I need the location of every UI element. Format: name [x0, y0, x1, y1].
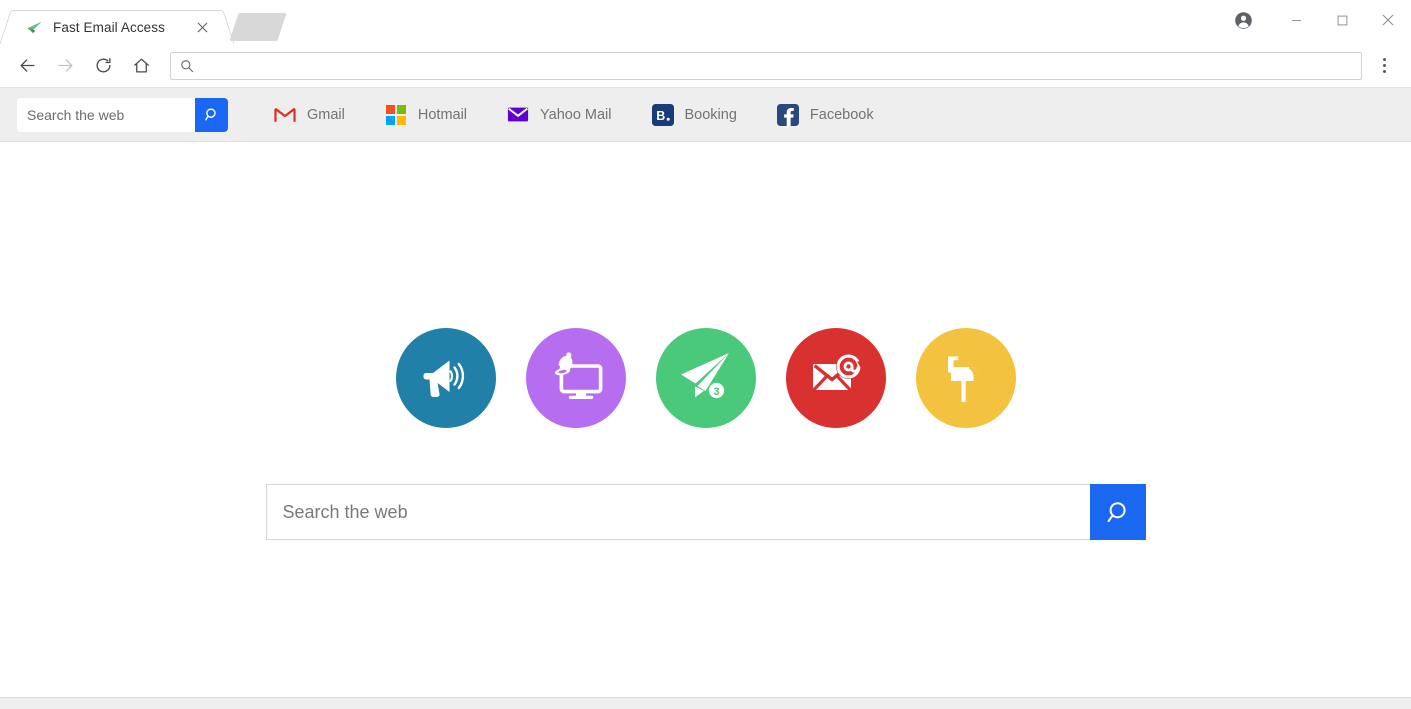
arrow-left-icon[interactable]: [12, 51, 42, 81]
tab-title: Fast Email Access: [53, 19, 165, 35]
bookmark-gmail[interactable]: Gmail: [262, 98, 357, 132]
menu-dot: [1382, 70, 1386, 73]
page-search: [265, 484, 1146, 540]
status-bar: [0, 697, 1411, 709]
extension-bookmark-bar: Gmail Hotmail: [0, 88, 1411, 142]
window-controls: [1223, 0, 1411, 40]
paper-plane-favicon: [25, 18, 43, 36]
page-content: 3: [0, 142, 1411, 709]
close-icon[interactable]: [192, 17, 212, 37]
envelope-at-icon: [806, 346, 866, 411]
bookmark-booking[interactable]: B Booking: [640, 98, 749, 132]
svg-text:B: B: [656, 109, 665, 123]
page-search-input[interactable]: [265, 484, 1090, 540]
bookmark-label: Booking: [684, 106, 737, 123]
bookmark-label: Hotmail: [417, 106, 468, 123]
browser-toolbar: [0, 44, 1411, 88]
page-search-button[interactable]: [1089, 484, 1146, 540]
shortcut-circle-row: 3: [395, 328, 1016, 428]
bookmark-list: Gmail Hotmail Yahoo Mail B Booking Faceb…: [262, 98, 902, 132]
toolbar-search-input[interactable]: [17, 97, 195, 132]
bookmark-facebook[interactable]: Facebook: [765, 98, 886, 132]
tab-fast-email-access[interactable]: Fast Email Access: [14, 10, 220, 44]
tab-top-border: [14, 10, 220, 11]
shortcut-monitor-notification[interactable]: [525, 328, 626, 428]
shortcut-megaphone[interactable]: [395, 328, 496, 428]
shortcut-send-mail[interactable]: 3: [655, 328, 756, 428]
three-dots-vertical-icon[interactable]: [1370, 51, 1398, 81]
toolbar-search: [17, 97, 228, 132]
bookmark-hotmail[interactable]: Hotmail: [373, 98, 479, 132]
close-button[interactable]: [1365, 0, 1411, 40]
reload-icon[interactable]: [88, 51, 118, 81]
home-icon[interactable]: [126, 51, 156, 81]
monitor-bell-icon: [546, 346, 606, 411]
bookmark-label: Yahoo Mail: [540, 106, 612, 123]
paper-plane-icon: 3: [675, 345, 737, 412]
bookmark-yahoo-mail[interactable]: Yahoo Mail: [495, 98, 623, 132]
yahoo-mail-envelope-icon: [507, 104, 529, 126]
microsoft-icon: [385, 104, 407, 126]
shortcut-email-at[interactable]: [785, 328, 886, 428]
address-bar[interactable]: [170, 51, 1362, 80]
toolbar-search-button[interactable]: [195, 97, 228, 132]
tab-strip: Fast Email Access: [0, 0, 1411, 44]
address-bar-input[interactable]: [202, 52, 1361, 79]
arrow-right-icon[interactable]: [50, 51, 80, 81]
gmail-icon: [274, 104, 296, 126]
shortcut-mailbox[interactable]: [915, 328, 1016, 428]
menu-dot: [1382, 64, 1386, 67]
search-icon: [180, 59, 194, 73]
mailbox-icon: [937, 347, 995, 410]
account-circle-icon[interactable]: [1223, 0, 1263, 40]
new-tab-button[interactable]: [229, 13, 287, 41]
browser-window: Fast Email Access Search the web Gmail H…: [0, 0, 1411, 709]
minimize-button[interactable]: [1273, 0, 1319, 40]
booking-icon: B: [651, 103, 674, 126]
megaphone-icon: [416, 346, 476, 411]
bookmark-label: Gmail: [307, 106, 345, 123]
bookmark-label: Facebook: [809, 106, 874, 123]
hero-section: 3: [0, 328, 1411, 540]
menu-dot: [1382, 58, 1386, 61]
facebook-icon: [776, 103, 799, 126]
maximize-button[interactable]: [1319, 0, 1365, 40]
badge-count: 3: [713, 386, 719, 398]
